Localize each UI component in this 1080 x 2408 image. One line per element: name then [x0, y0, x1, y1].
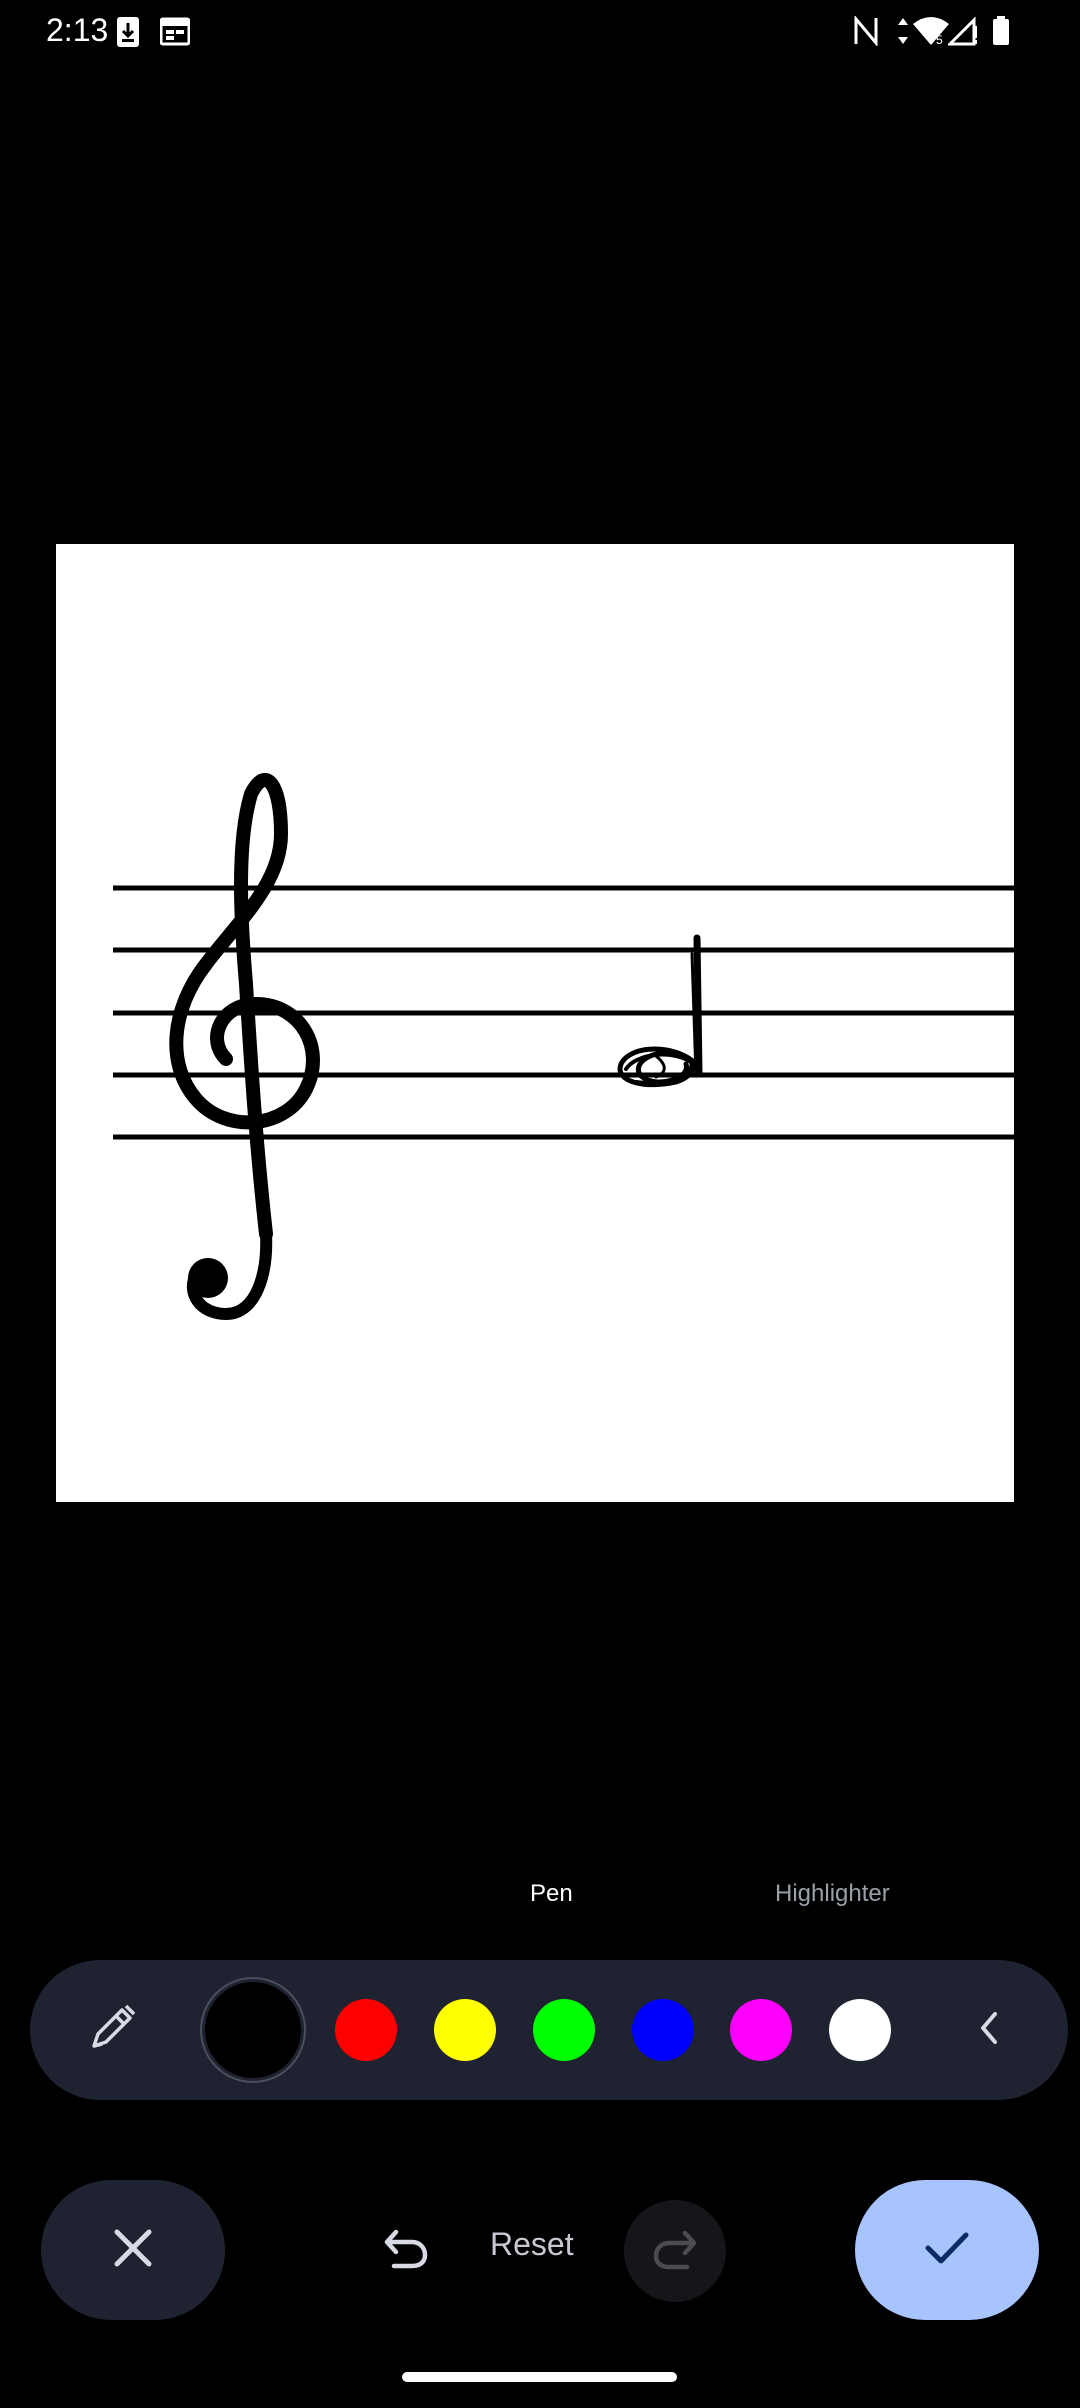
color-swatch-black[interactable]: [200, 1977, 306, 2083]
download-icon: [116, 16, 140, 53]
color-swatch-magenta[interactable]: [730, 1999, 792, 2061]
wifi-badge: 5: [936, 33, 943, 46]
undo-icon: [382, 2226, 430, 2275]
color-swatch-black-fill: [205, 1982, 301, 2078]
cancel-button[interactable]: [41, 2180, 225, 2320]
status-time: 2:13: [46, 12, 109, 48]
wifi-icon: 5: [912, 16, 950, 51]
drawing-canvas[interactable]: [56, 544, 1014, 1502]
signal-icon: [946, 16, 978, 51]
chevron-left-icon: [975, 2008, 1005, 2053]
pen-toolbar: [30, 1960, 1068, 2100]
confirm-button[interactable]: [855, 2180, 1039, 2320]
pen-tool-button[interactable]: [70, 1988, 154, 2072]
redo-button[interactable]: [624, 2200, 726, 2302]
redo-icon: [651, 2227, 699, 2276]
undo-button[interactable]: [368, 2200, 444, 2300]
color-swatch-yellow[interactable]: [434, 1999, 496, 2061]
tab-pen[interactable]: Pen: [530, 1880, 573, 1908]
color-swatch-red[interactable]: [335, 1999, 397, 2061]
reset-button[interactable]: Reset: [490, 2226, 574, 2263]
treble-clef-icon: [169, 773, 320, 1321]
calendar-icon: [159, 16, 191, 51]
collapse-toolbar-button[interactable]: [948, 1988, 1032, 2072]
color-swatch-blue[interactable]: [632, 1999, 694, 2061]
staff-image: [113, 773, 1014, 1321]
tab-highlighter[interactable]: Highlighter: [775, 1880, 890, 1908]
pen-icon: [86, 2002, 138, 2059]
battery-icon: [992, 16, 1010, 51]
status-bar: 2:13 5: [0, 0, 1080, 64]
close-icon: [111, 2226, 155, 2275]
color-swatch-white[interactable]: [829, 1999, 891, 2061]
data-arrows-icon: [896, 16, 910, 51]
color-swatch-green[interactable]: [533, 1999, 595, 2061]
check-icon: [922, 2228, 972, 2273]
home-indicator[interactable]: [402, 2372, 677, 2382]
nfc-icon: [853, 14, 879, 51]
